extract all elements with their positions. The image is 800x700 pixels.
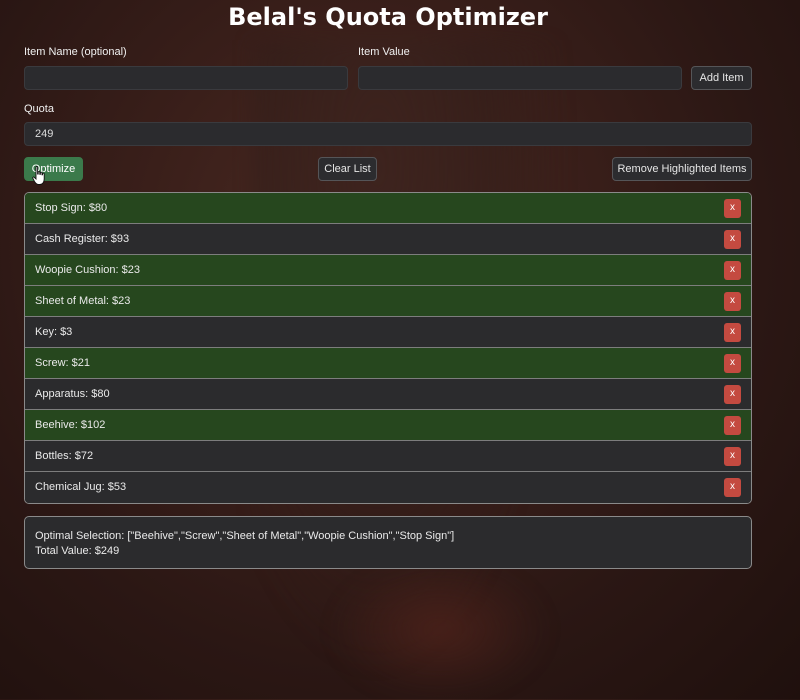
- delete-item-button[interactable]: x: [724, 261, 741, 280]
- list-item[interactable]: Sheet of Metal: $23 x: [25, 286, 751, 317]
- add-item-form: Item Name (optional) Item Value Add Item: [24, 46, 752, 106]
- optimal-selection-text: Optimal Selection: ["Beehive","Screw","S…: [35, 530, 455, 542]
- list-item-label: Woopie Cushion: $23: [35, 264, 140, 276]
- list-item-label: Cash Register: $93: [35, 233, 130, 245]
- delete-item-button[interactable]: x: [724, 478, 741, 497]
- list-item[interactable]: Stop Sign: $80 x: [25, 193, 751, 224]
- delete-item-button[interactable]: x: [724, 292, 741, 311]
- list-item[interactable]: Cash Register: $93 x: [25, 224, 751, 255]
- list-item-label: Chemical Jug: $53: [35, 481, 127, 493]
- quota-input[interactable]: [24, 122, 752, 146]
- list-item[interactable]: Key: $3 x: [25, 317, 751, 348]
- list-item[interactable]: Bottles: $72 x: [25, 441, 751, 472]
- quota-label: Quota: [24, 103, 54, 115]
- delete-item-button[interactable]: x: [724, 354, 741, 373]
- list-item[interactable]: Apparatus: $80 x: [25, 379, 751, 410]
- item-list: Stop Sign: $80 x Cash Register: $93 x Woopie…: [24, 192, 752, 504]
- delete-item-button[interactable]: x: [724, 447, 741, 466]
- remove-highlighted-button[interactable]: Remove Highlighted Items: [612, 157, 752, 181]
- list-item-label: Sheet of Metal: $23: [35, 295, 131, 307]
- list-item[interactable]: Beehive: $102 x: [25, 410, 751, 441]
- delete-item-button[interactable]: x: [724, 385, 741, 404]
- item-name-input[interactable]: [24, 66, 348, 90]
- item-value-input[interactable]: [358, 66, 682, 90]
- list-item-label: Beehive: $102: [35, 419, 106, 431]
- result-box: Optimal Selection: ["Beehive","Screw","S…: [24, 516, 752, 569]
- delete-item-button[interactable]: x: [724, 323, 741, 342]
- background-glow: [330, 560, 550, 700]
- item-name-label: Item Name (optional): [24, 46, 127, 58]
- clear-list-button[interactable]: Clear List: [318, 157, 377, 181]
- delete-item-button[interactable]: x: [724, 416, 741, 435]
- list-item[interactable]: Screw: $21 x: [25, 348, 751, 379]
- list-item[interactable]: Woopie Cushion: $23 x: [25, 255, 751, 286]
- total-value-text: Total Value: $249: [35, 545, 120, 557]
- list-item-label: Screw: $21: [35, 357, 91, 369]
- list-item-label: Key: $3: [35, 326, 73, 338]
- app-container: Belal's Quota Optimizer Item Name (optio…: [24, 0, 752, 569]
- add-item-button[interactable]: Add Item: [691, 66, 752, 90]
- list-item[interactable]: Chemical Jug: $53 x: [25, 472, 751, 503]
- hand-cursor-icon: [32, 166, 45, 185]
- list-item-label: Bottles: $72: [35, 450, 94, 462]
- page-title: Belal's Quota Optimizer: [228, 3, 548, 31]
- item-value-label: Item Value: [358, 46, 410, 58]
- list-item-label: Stop Sign: $80: [35, 202, 108, 214]
- delete-item-button[interactable]: x: [724, 199, 741, 218]
- delete-item-button[interactable]: x: [724, 230, 741, 249]
- list-item-label: Apparatus: $80: [35, 388, 110, 400]
